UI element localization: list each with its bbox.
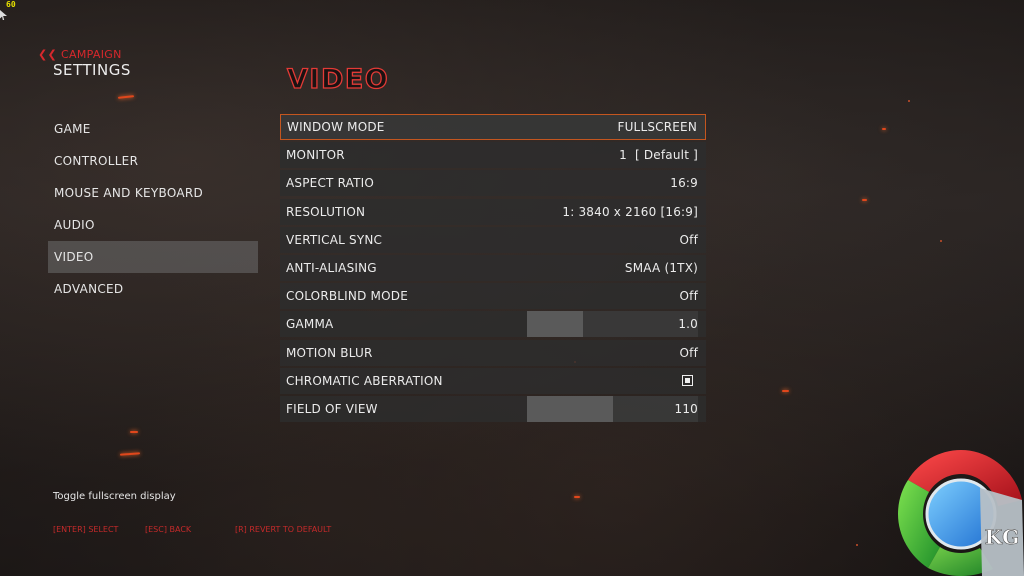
setting-label: FIELD OF VIEW bbox=[286, 401, 378, 416]
sidebar-item-mouse-and-keyboard[interactable]: MOUSE AND KEYBOARD bbox=[48, 177, 258, 209]
ember bbox=[130, 431, 138, 433]
fov-slider-fill[interactable] bbox=[527, 395, 613, 422]
setting-label: ANTI-ALIASING bbox=[286, 260, 377, 275]
setting-label: MONITOR bbox=[286, 148, 345, 163]
ember bbox=[908, 100, 910, 102]
mouse-cursor-icon bbox=[0, 10, 7, 20]
setting-motion-blur[interactable]: MOTION BLUR Off bbox=[280, 339, 706, 366]
setting-value: 16:9 bbox=[670, 176, 698, 191]
page-title: VIDEO bbox=[286, 63, 390, 95]
hint-revert[interactable]: [R] REVERT TO DEFAULT bbox=[235, 525, 331, 534]
setting-anti-aliasing[interactable]: ANTI-ALIASING SMAA (1TX) bbox=[280, 254, 706, 281]
hint-select[interactable]: [ENTER] SELECT bbox=[53, 525, 118, 534]
setting-value: 1 [ Default ] bbox=[619, 148, 698, 163]
setting-gamma[interactable]: GAMMA 1.0 bbox=[280, 311, 706, 338]
ember bbox=[117, 95, 135, 99]
kitguru-logo-icon: KG bbox=[898, 450, 1024, 576]
setting-label: MOTION BLUR bbox=[286, 345, 373, 360]
section-title: SETTINGS bbox=[53, 61, 131, 79]
ember bbox=[119, 452, 141, 456]
setting-chromatic-aberration[interactable]: CHROMATIC ABERRATION bbox=[280, 367, 706, 394]
sidebar-item-controller[interactable]: CONTROLLER bbox=[48, 145, 258, 177]
video-settings-list: WINDOW MODE FULLSCREEN MONITOR 1 [ Defau… bbox=[280, 114, 706, 424]
setting-value: Off bbox=[679, 289, 698, 304]
ember bbox=[940, 240, 942, 242]
setting-label: GAMMA bbox=[286, 317, 334, 332]
setting-description: Toggle fullscreen display bbox=[53, 491, 176, 502]
fps-counter: 60 bbox=[6, 0, 16, 9]
setting-value: Off bbox=[679, 345, 698, 360]
setting-label: ASPECT RATIO bbox=[286, 176, 375, 191]
gamma-slider-fill[interactable] bbox=[527, 311, 583, 338]
back-to-campaign-link[interactable]: ❮❮ CAMPAIGN bbox=[38, 48, 122, 61]
setting-window-mode[interactable]: WINDOW MODE FULLSCREEN bbox=[280, 114, 706, 140]
ember bbox=[574, 496, 580, 498]
settings-sidebar: GAME CONTROLLER MOUSE AND KEYBOARD AUDIO… bbox=[48, 113, 258, 305]
sidebar-item-video[interactable]: VIDEO bbox=[48, 241, 258, 273]
setting-value: SMAA (1TX) bbox=[624, 260, 698, 275]
sidebar-item-advanced[interactable]: ADVANCED bbox=[48, 273, 258, 305]
setting-value: Off bbox=[679, 232, 698, 247]
setting-value: 110 bbox=[674, 401, 698, 416]
setting-label: WINDOW MODE bbox=[287, 120, 385, 134]
setting-label: COLORBLIND MODE bbox=[286, 289, 408, 304]
setting-aspect-ratio[interactable]: ASPECT RATIO 16:9 bbox=[280, 170, 706, 197]
ember bbox=[856, 544, 858, 546]
back-link-label: CAMPAIGN bbox=[61, 48, 122, 61]
setting-resolution[interactable]: RESOLUTION 1: 3840 x 2160 [16:9] bbox=[280, 198, 706, 225]
setting-monitor[interactable]: MONITOR 1 [ Default ] bbox=[280, 142, 706, 169]
ember bbox=[882, 128, 886, 130]
setting-vertical-sync[interactable]: VERTICAL SYNC Off bbox=[280, 226, 706, 253]
sidebar-item-game[interactable]: GAME bbox=[48, 113, 258, 145]
ember bbox=[862, 199, 867, 201]
setting-label: CHROMATIC ABERRATION bbox=[286, 373, 443, 388]
sidebar-item-audio[interactable]: AUDIO bbox=[48, 209, 258, 241]
setting-label: VERTICAL SYNC bbox=[286, 232, 383, 247]
checkbox-checked-mark bbox=[685, 378, 690, 384]
ember bbox=[782, 390, 789, 392]
setting-value: FULLSCREEN bbox=[617, 120, 697, 134]
setting-label: RESOLUTION bbox=[286, 204, 366, 219]
setting-field-of-view[interactable]: FIELD OF VIEW 110 bbox=[280, 395, 706, 422]
chevron-left-icon: ❮❮ bbox=[38, 48, 58, 61]
chromatic-aberration-checkbox[interactable] bbox=[682, 375, 693, 387]
setting-value: 1: 3840 x 2160 [16:9] bbox=[562, 204, 698, 219]
hint-back[interactable]: [ESC] BACK bbox=[145, 525, 191, 534]
setting-value: 1.0 bbox=[678, 317, 698, 332]
setting-colorblind-mode[interactable]: COLORBLIND MODE Off bbox=[280, 283, 706, 310]
kg-logo-text: KG bbox=[985, 525, 1019, 549]
